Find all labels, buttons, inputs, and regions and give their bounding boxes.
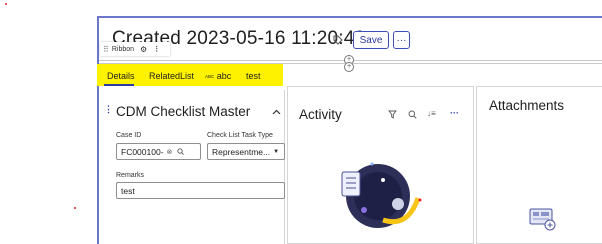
drag-handle-icon[interactable]: ⠿ (103, 45, 109, 54)
tab-details[interactable]: Details (107, 71, 135, 81)
drag-handle-icon[interactable]: ⋮ (104, 104, 113, 115)
remarks-label: Remarks (116, 172, 145, 179)
tag-icon[interactable] (333, 35, 343, 48)
settings-sliders-icon[interactable]: ⚙ (140, 45, 147, 54)
search-icon[interactable] (177, 147, 185, 157)
clear-icon[interactable]: ⊗ (167, 148, 173, 156)
add-attachment-icon[interactable] (529, 208, 557, 232)
remarks-value: test (121, 185, 135, 196)
remarks-field[interactable]: test (116, 182, 285, 199)
case-id-label: Case ID (116, 132, 142, 139)
tab-abc[interactable]: ABC abc (205, 71, 231, 81)
activity-title: Activity (299, 107, 342, 122)
red-dot-marker (5, 3, 7, 5)
checklist-type-value: Representme... (212, 146, 271, 157)
active-tab-indicator (104, 84, 134, 86)
more-options-icon[interactable]: ··· (450, 108, 459, 118)
checklist-type-select[interactable]: Representme... ▼ (207, 143, 285, 160)
tab-relatedlist[interactable]: RelatedList (149, 71, 194, 81)
empty-activity-illustration (328, 158, 428, 233)
tab-abc-label: abc (216, 71, 232, 81)
ribbon-toolbar[interactable]: ⠿ Ribbon ⚙ ⋮ (100, 42, 170, 56)
more-options-button[interactable]: ··· (393, 31, 410, 49)
add-section-icon[interactable]: + (344, 62, 354, 72)
save-button[interactable]: Save (353, 31, 389, 49)
sort-icon[interactable]: ↓≡ (427, 109, 436, 118)
collapse-chevron-icon[interactable] (272, 104, 281, 115)
filter-icon[interactable] (388, 110, 397, 121)
red-dot-marker (74, 207, 76, 209)
form-title: CDM Checklist Master (116, 104, 251, 119)
checklist-type-label: Check List Task Type (207, 132, 273, 139)
search-icon[interactable] (408, 110, 417, 121)
ribbon-label: Ribbon (111, 45, 135, 53)
text-field-icon: ABC (205, 74, 215, 80)
attachments-title: Attachments (489, 98, 565, 113)
kebab-menu-icon[interactable]: ⋮ (153, 45, 160, 53)
dropdown-arrow-icon[interactable]: ▼ (273, 149, 279, 155)
case-id-value: FC000100- (121, 146, 164, 157)
case-id-field[interactable]: FC000100- ⊗ (116, 143, 201, 160)
tab-test[interactable]: test (246, 71, 261, 81)
